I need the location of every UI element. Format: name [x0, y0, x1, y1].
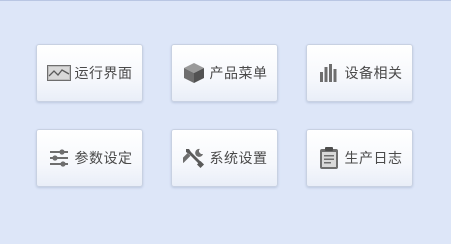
equipment-button[interactable]: 设备相关: [306, 44, 413, 102]
equipment-label: 设备相关: [344, 66, 403, 82]
clipboard-icon: [317, 146, 341, 170]
production-log-button[interactable]: 生产日志: [306, 129, 413, 187]
line-chart-icon: [46, 61, 71, 85]
system-settings-button[interactable]: 系统设置: [171, 129, 278, 187]
production-log-label: 生产日志: [344, 151, 403, 167]
main-menu-grid: 运行界面 产品菜单 设备相关 参数设定 系统设置 生产日志: [0, 0, 451, 244]
box-icon: [182, 61, 206, 85]
tools-icon: [182, 146, 206, 170]
product-menu-button[interactable]: 产品菜单: [171, 44, 278, 102]
bar-chart-icon: [317, 61, 341, 85]
sliders-icon: [47, 146, 71, 170]
product-menu-label: 产品菜单: [209, 66, 268, 82]
run-screen-label: 运行界面: [74, 66, 133, 82]
parameter-settings-label: 参数设定: [74, 151, 133, 167]
system-settings-label: 系统设置: [209, 151, 268, 167]
parameter-settings-button[interactable]: 参数设定: [36, 129, 143, 187]
run-screen-button[interactable]: 运行界面: [36, 44, 143, 102]
